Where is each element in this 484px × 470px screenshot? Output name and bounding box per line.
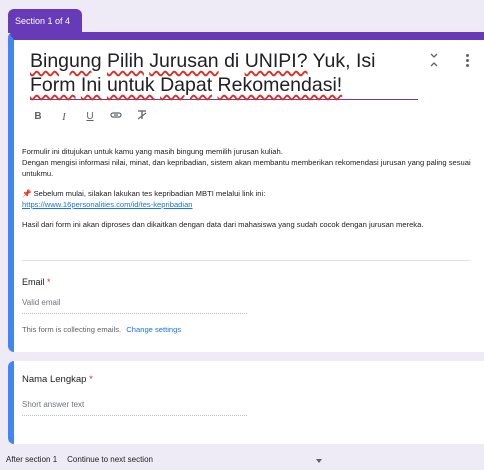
question-card[interactable]: Nama Lengkap * Short answer text <box>8 361 484 444</box>
email-collection-note: This form is collecting emails. Change s… <box>22 325 182 334</box>
more-vert-icon[interactable] <box>461 52 473 68</box>
form-description[interactable]: Formulir ini ditujukan untuk kamu yang m… <box>22 146 482 239</box>
email-label: Email * <box>22 277 51 287</box>
underline-button[interactable]: U <box>84 111 96 122</box>
section-tab: Section 1 of 4 <box>8 9 82 33</box>
mbti-text: Sebelum mulai, silakan lakukan tes kepri… <box>33 189 266 198</box>
link-icon <box>110 112 122 118</box>
question-title[interactable]: Nama Lengkap * <box>22 374 93 385</box>
italic-button[interactable]: I <box>58 111 70 123</box>
description-line-1: Formulir ini ditujukan untuk kamu yang m… <box>22 147 283 156</box>
divider <box>22 260 470 261</box>
form-title[interactable]: Bingung Pilih Jurusan di UNIPI? Yuk, Isi… <box>30 49 418 100</box>
after-section-select[interactable]: Continue to next section <box>67 455 153 464</box>
required-asterisk: * <box>89 374 93 385</box>
dropdown-arrow-icon[interactable] <box>316 459 322 463</box>
after-section-label: After section 1 <box>6 455 58 464</box>
after-section-row: After section 1 Continue to next section <box>6 455 153 464</box>
pin-icon: 📌 <box>22 189 32 198</box>
email-field: Valid email <box>22 298 247 314</box>
short-answer-field: Short answer text <box>22 400 247 416</box>
clear-format-button[interactable] <box>136 110 148 123</box>
change-settings-link[interactable]: Change settings <box>126 325 181 334</box>
link-button[interactable] <box>110 111 122 122</box>
required-asterisk: * <box>47 277 51 287</box>
description-line-2: Dengan mengisi informasi nilai, minat, d… <box>22 158 471 178</box>
bold-button[interactable]: B <box>32 111 44 122</box>
collapse-icon[interactable] <box>427 52 441 68</box>
text-format-toolbar: B I U <box>32 110 148 123</box>
form-header-card[interactable]: Bingung Pilih Jurusan di UNIPI? Yuk, Isi… <box>8 32 484 352</box>
description-closing: Hasil dari form ini akan diproses dan di… <box>22 220 424 229</box>
clear-format-icon <box>137 110 147 120</box>
mbti-link[interactable]: https://www.16personalities.com/id/tes-k… <box>22 200 193 209</box>
